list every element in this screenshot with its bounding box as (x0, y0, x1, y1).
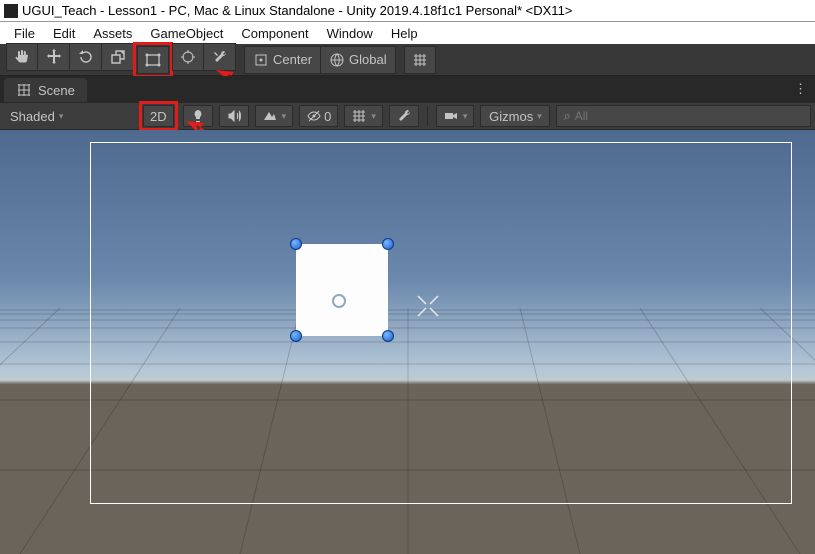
rect-handle-top-left[interactable] (290, 238, 302, 250)
scene-2d-toggle[interactable]: 2D (143, 105, 174, 127)
grid-icon (351, 108, 367, 124)
anchor-gizmo[interactable] (414, 292, 442, 323)
gizmos-dropdown[interactable]: Gizmos (480, 105, 550, 127)
eye-off-icon (306, 108, 322, 124)
menu-help[interactable]: Help (383, 24, 426, 43)
selected-ui-element[interactable] (296, 244, 388, 336)
scene-lighting-toggle[interactable] (183, 105, 213, 127)
tab-scene[interactable]: Scene (4, 78, 87, 102)
main-toolbar: Center Global (0, 44, 815, 76)
tab-menu-button[interactable]: ⋮ (794, 81, 807, 97)
app-icon (4, 4, 18, 18)
camera-icon (443, 108, 459, 124)
scene-audio-toggle[interactable] (219, 105, 249, 127)
rect-handle-bottom-right[interactable] (382, 330, 394, 342)
scene-icon (16, 82, 32, 98)
scene-viewport[interactable] (0, 130, 815, 554)
custom-tools-button[interactable] (204, 43, 236, 71)
center-icon (253, 52, 269, 68)
hand-tool-button[interactable] (6, 43, 38, 71)
snap-group (404, 46, 436, 74)
space-mode-button[interactable]: Global (321, 46, 396, 74)
scene-tools-button[interactable] (389, 105, 419, 127)
transform-tool-group (6, 43, 236, 77)
menu-file[interactable]: File (6, 24, 43, 43)
scene-grid-dropdown[interactable] (344, 105, 383, 127)
pivot-space-group: Center Global (244, 46, 396, 74)
tab-bar: Scene ⋮ (0, 76, 815, 102)
search-icon: ⌕ (563, 108, 570, 124)
rect-tool-button[interactable] (137, 46, 169, 74)
menu-bar: File Edit Assets GameObject Component Wi… (0, 22, 815, 44)
window-titlebar: UGUI_Teach - Lesson1 - PC, Mac & Linux S… (0, 0, 815, 22)
menu-gameobject[interactable]: GameObject (142, 24, 231, 43)
rect-pivot-indicator[interactable] (332, 294, 346, 308)
globe-icon (329, 52, 345, 68)
move-tool-button[interactable] (38, 43, 70, 71)
rect-handle-top-right[interactable] (382, 238, 394, 250)
menu-window[interactable]: Window (319, 24, 381, 43)
snap-button[interactable] (404, 46, 436, 74)
draw-mode-dropdown[interactable]: Shaded (4, 105, 134, 127)
scene-search[interactable]: ⌕ (556, 105, 811, 127)
annotation-highlight-rect-tool (133, 42, 173, 78)
wrench-icon (396, 108, 412, 124)
annotation-highlight-2d: 2D (139, 101, 178, 131)
scale-tool-button[interactable] (102, 43, 134, 71)
scene-visibility-toggle[interactable]: 0 (299, 105, 338, 127)
window-title: UGUI_Teach - Lesson1 - PC, Mac & Linux S… (22, 3, 572, 18)
space-mode-label: Global (349, 52, 387, 67)
draw-mode-label: Shaded (10, 109, 55, 124)
pivot-mode-button[interactable]: Center (244, 46, 321, 74)
audio-icon (226, 108, 242, 124)
menu-component[interactable]: Component (233, 24, 316, 43)
rect-handle-bottom-left[interactable] (290, 330, 302, 342)
scene-search-input[interactable] (575, 109, 804, 123)
effects-icon (262, 108, 278, 124)
scene-toolbar: Shaded 2D 0 Gizmos ⌕ (0, 102, 815, 130)
transform-tool-button[interactable] (172, 43, 204, 71)
canvas-rect (90, 142, 792, 504)
lightbulb-icon (190, 108, 206, 124)
menu-edit[interactable]: Edit (45, 24, 83, 43)
menu-assets[interactable]: Assets (85, 24, 140, 43)
pivot-mode-label: Center (273, 52, 312, 67)
scene-effects-dropdown[interactable] (255, 105, 294, 127)
rotate-tool-button[interactable] (70, 43, 102, 71)
tab-scene-label: Scene (38, 83, 75, 98)
scene-camera-dropdown[interactable] (436, 105, 475, 127)
separator (427, 106, 428, 126)
